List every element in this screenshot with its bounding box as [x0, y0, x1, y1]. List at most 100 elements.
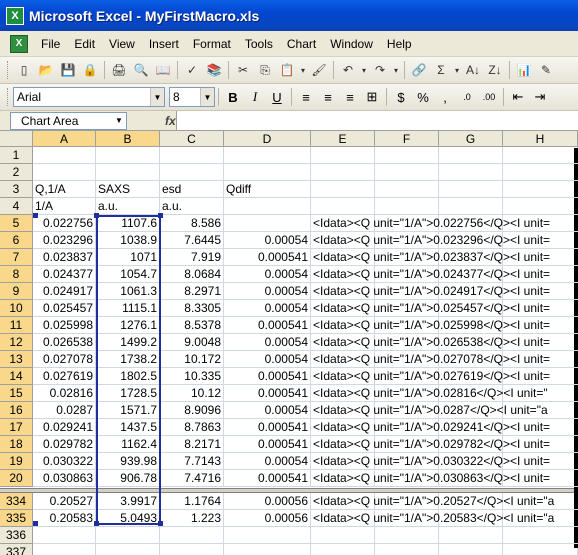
cell-c17[interactable]: 8.7863	[160, 419, 224, 436]
cell-e14-xml[interactable]: <Idata><Q unit="1/A">0.027619</Q><I unit…	[311, 368, 578, 385]
cell-b336[interactable]	[96, 527, 160, 544]
cell-c16[interactable]: 8.9096	[160, 402, 224, 419]
menu-help[interactable]: Help	[380, 34, 419, 54]
cell-e334-xml[interactable]: <Idata><Q unit="1/A">0.20527</Q><I unit=…	[311, 493, 578, 510]
cell-c336[interactable]	[160, 527, 224, 544]
cell-b4[interactable]: a.u.	[96, 198, 160, 215]
chevron-down-icon[interactable]: ▼	[200, 88, 214, 106]
row-header[interactable]: 6	[0, 232, 33, 249]
range-handle[interactable]	[158, 213, 163, 218]
sort-descending-icon[interactable]: Z↓	[484, 59, 506, 81]
increase-decimal-icon[interactable]: .0	[456, 86, 478, 108]
cell-c3[interactable]: esd	[160, 181, 224, 198]
cell-b334[interactable]: 3.9917	[96, 493, 160, 510]
row-header[interactable]: 336	[0, 527, 33, 544]
column-header-b[interactable]: B	[96, 131, 160, 147]
menu-tools[interactable]: Tools	[238, 34, 280, 54]
cell-c15[interactable]: 10.12	[160, 385, 224, 402]
print-icon[interactable]: 🖨	[108, 59, 130, 81]
cell-a10[interactable]: 0.025457	[33, 300, 96, 317]
cell-a8[interactable]: 0.024377	[33, 266, 96, 283]
cell-d17[interactable]: 0.000541	[224, 419, 311, 436]
row-header[interactable]: 8	[0, 266, 33, 283]
chevron-down-icon[interactable]: ▼	[150, 88, 164, 106]
cell-c334[interactable]: 1.1764	[160, 493, 224, 510]
cell-a337[interactable]	[33, 544, 96, 555]
row-header[interactable]: 14	[0, 368, 33, 385]
drawing-icon[interactable]: ✎	[535, 59, 557, 81]
cell-d4[interactable]	[224, 198, 311, 215]
cell-e1-xml[interactable]	[311, 147, 578, 164]
cell-c7[interactable]: 7.919	[160, 249, 224, 266]
align-left-icon[interactable]: ≡	[295, 86, 317, 108]
range-handle[interactable]	[94, 213, 99, 218]
menu-window[interactable]: Window	[323, 34, 380, 54]
undo-dropdown-icon[interactable]: ▾	[359, 59, 369, 81]
increase-indent-icon[interactable]: ⇥	[529, 86, 551, 108]
cell-e18-xml[interactable]: <Idata><Q unit="1/A">0.029782</Q><I unit…	[311, 436, 578, 453]
cell-a2[interactable]	[33, 164, 96, 181]
menu-chart[interactable]: Chart	[280, 34, 323, 54]
permission-icon[interactable]: 🔒	[79, 59, 101, 81]
cell-e5-xml[interactable]: <Idata><Q unit="1/A">0.022756</Q><I unit…	[311, 215, 578, 232]
cell-c2[interactable]	[160, 164, 224, 181]
cell-c335[interactable]: 1.223	[160, 510, 224, 527]
cell-d11[interactable]: 0.000541	[224, 317, 311, 334]
cell-d14[interactable]: 0.000541	[224, 368, 311, 385]
cell-a9[interactable]: 0.024917	[33, 283, 96, 300]
cell-a3[interactable]: Q,1/A	[33, 181, 96, 198]
cell-d12[interactable]: 0.00054	[224, 334, 311, 351]
cell-b2[interactable]	[96, 164, 160, 181]
cell-a14[interactable]: 0.027619	[33, 368, 96, 385]
range-handle[interactable]	[33, 521, 38, 526]
cell-c337[interactable]	[160, 544, 224, 555]
cell-b14[interactable]: 1802.5	[96, 368, 160, 385]
cell-b337[interactable]	[96, 544, 160, 555]
cell-c12[interactable]: 9.0048	[160, 334, 224, 351]
menu-edit[interactable]: Edit	[67, 34, 102, 54]
row-header[interactable]: 19	[0, 453, 33, 470]
cell-b13[interactable]: 1738.2	[96, 351, 160, 368]
cell-d13[interactable]: 0.00054	[224, 351, 311, 368]
row-header[interactable]: 4	[0, 198, 33, 215]
cell-b11[interactable]: 1276.1	[96, 317, 160, 334]
cell-b12[interactable]: 1499.2	[96, 334, 160, 351]
cell-d19[interactable]: 0.00054	[224, 453, 311, 470]
cell-d16[interactable]: 0.00054	[224, 402, 311, 419]
column-header-g[interactable]: G	[439, 131, 503, 147]
autosum-icon[interactable]: Σ	[430, 59, 452, 81]
cell-c18[interactable]: 8.2171	[160, 436, 224, 453]
cell-e11-xml[interactable]: <Idata><Q unit="1/A">0.025998</Q><I unit…	[311, 317, 578, 334]
research-book-icon[interactable]: 📚	[203, 59, 225, 81]
cell-d15[interactable]: 0.000541	[224, 385, 311, 402]
cell-e7-xml[interactable]: <Idata><Q unit="1/A">0.023837</Q><I unit…	[311, 249, 578, 266]
row-header[interactable]: 335	[0, 510, 33, 527]
cell-a20[interactable]: 0.030863	[33, 470, 96, 487]
research-icon[interactable]: 📖	[152, 59, 174, 81]
cell-b335[interactable]: 5.0493	[96, 510, 160, 527]
print-preview-icon[interactable]: 🔍	[130, 59, 152, 81]
cell-c5[interactable]: 8.586	[160, 215, 224, 232]
sort-ascending-icon[interactable]: A↓	[462, 59, 484, 81]
column-header-e[interactable]: E	[311, 131, 375, 147]
cell-a5[interactable]: 0.022756	[33, 215, 96, 232]
cell-b19[interactable]: 939.98	[96, 453, 160, 470]
column-header-c[interactable]: C	[160, 131, 224, 147]
menu-format[interactable]: Format	[186, 34, 238, 54]
bold-button[interactable]: B	[222, 86, 244, 108]
cell-a334[interactable]: 0.20527	[33, 493, 96, 510]
menu-view[interactable]: View	[102, 34, 142, 54]
redo-icon[interactable]: ↷	[369, 59, 391, 81]
spelling-icon[interactable]: ✓	[181, 59, 203, 81]
select-all-corner[interactable]	[0, 131, 33, 147]
cell-b18[interactable]: 1162.4	[96, 436, 160, 453]
cell-d7[interactable]: 0.000541	[224, 249, 311, 266]
undo-icon[interactable]: ↶	[337, 59, 359, 81]
align-right-icon[interactable]: ≡	[339, 86, 361, 108]
row-header[interactable]: 13	[0, 351, 33, 368]
cell-a15[interactable]: 0.02816	[33, 385, 96, 402]
cell-a12[interactable]: 0.026538	[33, 334, 96, 351]
chart-wizard-icon[interactable]: 📊	[513, 59, 535, 81]
cell-d334[interactable]: 0.00056	[224, 493, 311, 510]
cell-d9[interactable]: 0.00054	[224, 283, 311, 300]
